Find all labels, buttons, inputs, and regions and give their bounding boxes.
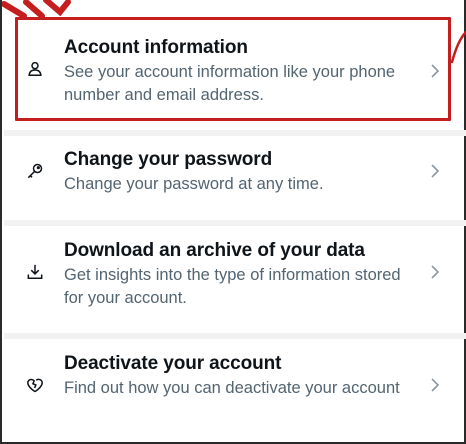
settings-item-change-password[interactable]: Change your password Change your passwor… bbox=[16, 148, 456, 198]
item-title: Deactivate your account bbox=[64, 353, 282, 374]
annotation-arrow-mark bbox=[2, 0, 71, 19]
settings-item-download-archive[interactable]: Download an archive of your data Get ins… bbox=[16, 239, 456, 309]
download-icon bbox=[24, 261, 46, 283]
item-description: Get insights into the type of informatio… bbox=[64, 266, 401, 307]
chevron-right-icon bbox=[428, 265, 442, 279]
chevron-right-icon bbox=[428, 378, 442, 392]
settings-panel: Account information See your account inf… bbox=[0, 0, 466, 444]
item-description: Find out how you can deactivate your acc… bbox=[64, 379, 400, 397]
divider bbox=[4, 333, 466, 339]
divider bbox=[4, 220, 466, 226]
item-title: Change your password bbox=[64, 149, 273, 170]
item-title: Download an archive of your data bbox=[64, 240, 365, 261]
settings-item-account-information[interactable]: Account information See your account inf… bbox=[16, 36, 456, 106]
broken-heart-icon bbox=[24, 374, 46, 396]
key-icon bbox=[24, 160, 46, 182]
chevron-right-icon bbox=[428, 64, 442, 78]
divider bbox=[4, 130, 466, 136]
chevron-right-icon bbox=[428, 164, 442, 178]
settings-item-deactivate-account[interactable]: Deactivate your account Find out how you… bbox=[16, 352, 456, 422]
item-description: Change your password at any time. bbox=[64, 175, 324, 193]
person-icon bbox=[24, 58, 46, 80]
item-title: Account information bbox=[64, 37, 248, 58]
item-description: See your account information like your p… bbox=[64, 63, 396, 104]
